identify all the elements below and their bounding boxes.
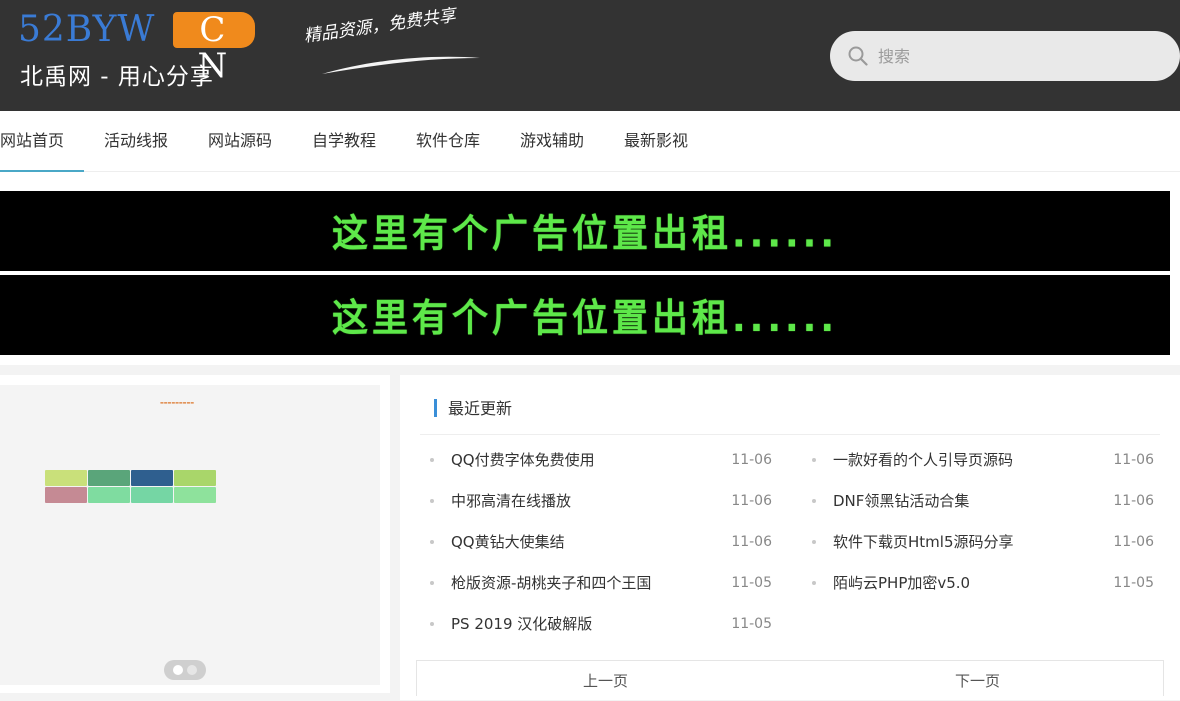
thumbnail-tile <box>174 487 216 503</box>
ad-text: 这里有个广告位置出租...... <box>331 297 839 341</box>
nav-item-activities[interactable]: 活动线报 <box>104 111 168 172</box>
item-title[interactable]: 软件下载页Html5源码分享 <box>833 522 1013 563</box>
bullet-icon <box>430 458 434 462</box>
recent-list-left: QQ付费字体免费使用 11-06 中邪高清在线播放 11-06 QQ黄钻大使集结… <box>430 440 775 645</box>
list-item[interactable]: 中邪高清在线播放 11-06 <box>430 481 775 522</box>
list-item[interactable]: QQ黄钻大使集结 11-06 <box>430 522 775 563</box>
bullet-icon <box>812 581 816 585</box>
item-title[interactable]: QQ黄钻大使集结 <box>451 522 565 563</box>
item-title[interactable]: 陌屿云PHP加密v5.0 <box>833 563 970 604</box>
bullet-icon <box>430 622 434 626</box>
thumbnail-tile <box>88 470 130 486</box>
list-item[interactable]: 一款好看的个人引导页源码 11-06 <box>812 440 1157 481</box>
list-item[interactable]: PS 2019 汉化破解版 11-05 <box>430 604 775 645</box>
slider-dot[interactable] <box>187 665 197 675</box>
slogan-text: 精品资源，免费共享 <box>302 5 457 47</box>
ad-banner[interactable]: 这里有个广告位置出租...... <box>0 191 1170 271</box>
slogan: 精品资源，免费共享 <box>300 6 490 80</box>
pager-divider <box>791 681 875 697</box>
nav-item-software[interactable]: 软件仓库 <box>416 111 480 172</box>
thumbnail-tile <box>88 487 130 503</box>
bullet-icon <box>812 499 816 503</box>
site-header: 52BYW C N 北禹网 - 用心分享 精品资源，免费共享 <box>0 0 1180 111</box>
bullet-icon <box>812 540 816 544</box>
item-date: 11-06 <box>1113 493 1154 509</box>
logo-badge: C N <box>173 12 256 84</box>
slider-pagination <box>164 660 206 680</box>
slider-thumbnail-grid <box>45 470 217 503</box>
item-date: 11-05 <box>1113 575 1154 591</box>
thumbnail-tile <box>45 487 87 503</box>
ad-area: 这里有个广告位置出租...... 这里有个广告位置出租...... <box>0 172 1180 365</box>
recent-list-right: 一款好看的个人引导页源码 11-06 DNF领黑钻活动合集 11-06 软件下载… <box>812 440 1157 604</box>
slider-dot[interactable] <box>173 665 183 675</box>
slider-image[interactable]: ▬▬▬▬▬▬▬▬▬ <box>0 385 380 685</box>
slogan-swoosh-icon <box>322 56 480 74</box>
item-date: 11-06 <box>731 493 772 509</box>
list-item[interactable]: 陌屿云PHP加密v5.0 11-05 <box>812 563 1157 604</box>
item-title[interactable]: DNF领黑钻活动合集 <box>833 481 969 522</box>
list-item[interactable]: 枪版资源-胡桃夹子和四个王国 11-05 <box>430 563 775 604</box>
search-input[interactable] <box>878 46 1158 66</box>
section-title: 最近更新 <box>448 399 513 418</box>
item-date: 11-05 <box>731 575 772 591</box>
slider-caption-graphic: ▬▬▬▬▬▬▬▬▬ <box>160 400 195 405</box>
logo-subtitle: 北禹网 - 用心分享 <box>20 64 214 90</box>
section-accent-bar <box>434 399 437 417</box>
ad-banner[interactable]: 这里有个广告位置出租...... <box>0 275 1170 355</box>
main-nav: 网站首页 活动线报 网站源码 自学教程 软件仓库 游戏辅助 最新影视 <box>0 111 1180 172</box>
item-title[interactable]: QQ付费字体免费使用 <box>451 440 595 481</box>
thumbnail-tile <box>131 487 173 503</box>
item-date: 11-06 <box>731 534 772 550</box>
recent-updates-panel: 最近更新 QQ付费字体免费使用 11-06 中邪高清在线播放 11-06 QQ黄… <box>400 375 1180 700</box>
bullet-icon <box>430 540 434 544</box>
nav-item-home[interactable]: 网站首页 <box>0 111 84 172</box>
bullet-icon <box>430 581 434 585</box>
logo-text: 52BYW <box>18 9 156 50</box>
item-date: 11-06 <box>731 452 772 468</box>
nav-item-tutorials[interactable]: 自学教程 <box>312 111 376 172</box>
item-title[interactable]: 枪版资源-胡桃夹子和四个王国 <box>451 563 651 604</box>
item-date: 11-06 <box>1113 534 1154 550</box>
recent-header: 最近更新 <box>420 389 1160 435</box>
prev-page-button[interactable]: 上一页 <box>583 661 628 697</box>
item-date: 11-05 <box>731 616 772 632</box>
nav-item-movies[interactable]: 最新影视 <box>624 111 688 172</box>
list-item[interactable]: DNF领黑钻活动合集 11-06 <box>812 481 1157 522</box>
search-box[interactable] <box>830 31 1180 81</box>
item-title[interactable]: 中邪高清在线播放 <box>451 481 571 522</box>
thumbnail-tile <box>174 470 216 486</box>
site-logo[interactable]: 52BYW C N <box>18 9 256 84</box>
thumbnail-tile <box>45 470 87 486</box>
pager: 上一页 下一页 <box>416 660 1164 697</box>
bullet-icon <box>430 499 434 503</box>
item-title[interactable]: 一款好看的个人引导页源码 <box>833 440 1013 481</box>
nav-item-game-tools[interactable]: 游戏辅助 <box>520 111 584 172</box>
item-date: 11-06 <box>1113 452 1154 468</box>
nav-item-source-code[interactable]: 网站源码 <box>208 111 272 172</box>
ad-text: 这里有个广告位置出租...... <box>331 213 839 257</box>
next-page-button[interactable]: 下一页 <box>955 661 1000 697</box>
search-icon[interactable] <box>848 46 868 66</box>
slider-panel: ▬▬▬▬▬▬▬▬▬ <box>0 375 390 693</box>
thumbnail-tile <box>131 470 173 486</box>
list-item[interactable]: 软件下载页Html5源码分享 11-06 <box>812 522 1157 563</box>
bullet-icon <box>812 458 816 462</box>
item-title[interactable]: PS 2019 汉化破解版 <box>451 604 592 645</box>
list-item[interactable]: QQ付费字体免费使用 11-06 <box>430 440 775 481</box>
